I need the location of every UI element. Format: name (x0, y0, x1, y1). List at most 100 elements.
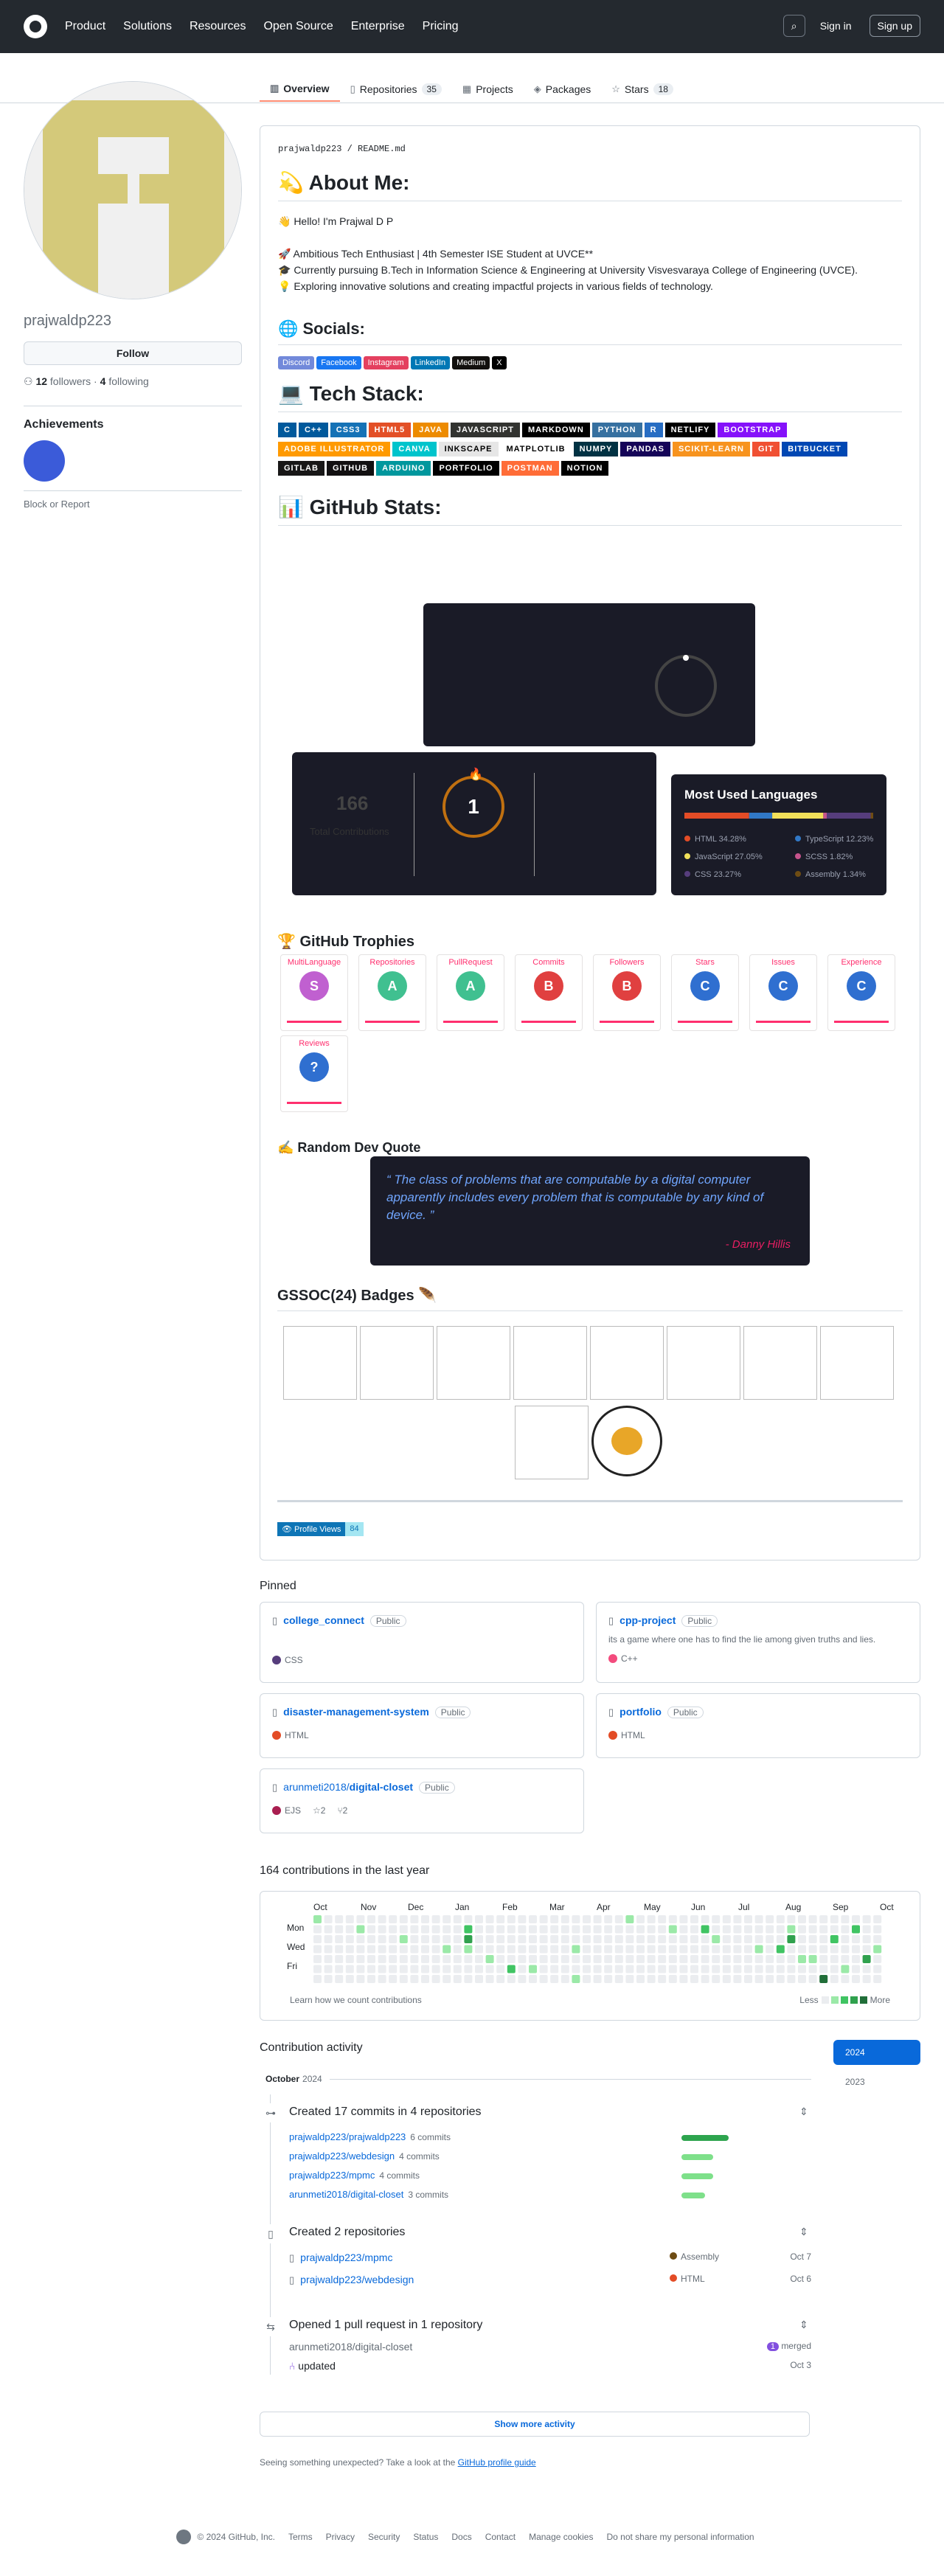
contribution-day[interactable] (507, 1965, 516, 1973)
footer-link[interactable]: Contact (485, 2532, 516, 2542)
commit-count[interactable]: 6 commits (410, 2132, 451, 2142)
contribution-day[interactable] (560, 1955, 569, 1963)
contribution-day[interactable] (647, 1955, 656, 1963)
contribution-day[interactable] (496, 1925, 505, 1934)
contribution-day[interactable] (410, 1975, 419, 1983)
contribution-day[interactable] (464, 1955, 473, 1963)
contribution-day[interactable] (690, 1915, 698, 1923)
contribution-day[interactable] (572, 1915, 580, 1923)
contribution-day[interactable] (399, 1935, 408, 1943)
contribution-day[interactable] (421, 1935, 429, 1943)
contribution-day[interactable] (701, 1935, 709, 1943)
contribution-day[interactable] (841, 1935, 850, 1943)
contribution-day[interactable] (389, 1975, 398, 1983)
contribution-day[interactable] (819, 1925, 828, 1934)
contribution-day[interactable] (583, 1935, 591, 1943)
contribution-day[interactable] (766, 1945, 774, 1954)
contribution-day[interactable] (389, 1915, 398, 1923)
contribution-day[interactable] (367, 1935, 375, 1943)
contribution-day[interactable] (335, 1955, 344, 1963)
contribution-day[interactable] (421, 1925, 429, 1934)
contribution-day[interactable] (744, 1945, 752, 1954)
contribution-day[interactable] (787, 1965, 796, 1973)
contribution-day[interactable] (475, 1915, 483, 1923)
contribution-day[interactable] (679, 1965, 688, 1973)
contribution-day[interactable] (733, 1975, 742, 1983)
contribution-day[interactable] (604, 1915, 613, 1923)
contribution-day[interactable] (766, 1915, 774, 1923)
contribution-day[interactable] (389, 1955, 398, 1963)
commit-count[interactable]: 4 commits (379, 2170, 420, 2181)
contribution-day[interactable] (399, 1975, 408, 1983)
contribution-day[interactable] (712, 1915, 721, 1923)
contribution-day[interactable] (841, 1915, 850, 1923)
contribution-day[interactable] (583, 1925, 591, 1934)
fork-icon[interactable]: ⑂ (337, 1805, 342, 1816)
contribution-day[interactable] (798, 1945, 806, 1954)
contribution-day[interactable] (614, 1965, 623, 1973)
contribution-day[interactable] (572, 1945, 580, 1954)
contribution-day[interactable] (819, 1965, 828, 1973)
contribution-day[interactable] (485, 1965, 494, 1973)
github-logo-icon[interactable] (24, 15, 47, 38)
contribution-day[interactable] (593, 1915, 602, 1923)
contribution-day[interactable] (776, 1955, 785, 1963)
contribution-day[interactable] (421, 1945, 429, 1954)
contribution-day[interactable] (389, 1935, 398, 1943)
contribution-day[interactable] (560, 1915, 569, 1923)
contribution-day[interactable] (539, 1915, 548, 1923)
contribution-day[interactable] (754, 1935, 763, 1943)
repos-event-title[interactable]: Created 2 repositories (289, 2226, 405, 2239)
contribution-day[interactable] (539, 1925, 548, 1934)
nav-product[interactable]: Product (65, 20, 105, 33)
contribution-day[interactable] (453, 1955, 462, 1963)
contribution-day[interactable] (852, 1975, 860, 1983)
sign-in-link[interactable]: Sign in (820, 20, 852, 32)
contribution-day[interactable] (733, 1965, 742, 1973)
contribution-day[interactable] (583, 1955, 591, 1963)
tab-projects[interactable]: ▦ Projects (452, 77, 524, 102)
commits-event-title[interactable]: Created 17 commits in 4 repositories (289, 2105, 482, 2119)
contribution-day[interactable] (604, 1935, 613, 1943)
contribution-day[interactable] (518, 1935, 527, 1943)
contribution-day[interactable] (679, 1975, 688, 1983)
created-repo-link[interactable]: prajwaldp223/mpmc (300, 2252, 392, 2263)
collapse-icon[interactable]: ⇕ (799, 2105, 808, 2118)
contribution-day[interactable] (560, 1975, 569, 1983)
contribution-day[interactable] (485, 1915, 494, 1923)
contribution-day[interactable] (604, 1965, 613, 1973)
contribution-day[interactable] (550, 1945, 559, 1954)
contribution-day[interactable] (852, 1965, 860, 1973)
followers-label[interactable]: followers (50, 375, 91, 387)
contribution-day[interactable] (389, 1925, 398, 1934)
contribution-day[interactable] (798, 1935, 806, 1943)
contribution-day[interactable] (647, 1965, 656, 1973)
contribution-day[interactable] (830, 1955, 839, 1963)
contribution-day[interactable] (690, 1975, 698, 1983)
contribution-day[interactable] (367, 1945, 375, 1954)
footer-link[interactable]: Do not share my personal information (606, 2532, 754, 2542)
contribution-day[interactable] (636, 1975, 645, 1983)
contribution-day[interactable] (841, 1965, 850, 1973)
contribution-day[interactable] (453, 1915, 462, 1923)
pr-title-link[interactable]: updated (298, 2360, 336, 2372)
contribution-day[interactable] (712, 1965, 721, 1973)
contribution-day[interactable] (431, 1935, 440, 1943)
pr-repo-link[interactable]: arunmeti2018/digital-closet (289, 2341, 412, 2353)
contribution-day[interactable] (324, 1945, 333, 1954)
contribution-day[interactable] (367, 1975, 375, 1983)
contribution-day[interactable] (560, 1925, 569, 1934)
contribution-day[interactable] (324, 1935, 333, 1943)
contribution-day[interactable] (754, 1975, 763, 1983)
contribution-day[interactable] (776, 1965, 785, 1973)
contribution-day[interactable] (658, 1975, 667, 1983)
contribution-day[interactable] (690, 1965, 698, 1973)
contribution-day[interactable] (798, 1915, 806, 1923)
contribution-day[interactable] (830, 1975, 839, 1983)
show-more-activity-button[interactable]: Show more activity (260, 2412, 810, 2437)
contribution-day[interactable] (324, 1965, 333, 1973)
contribution-day[interactable] (841, 1945, 850, 1954)
contribution-day[interactable] (862, 1915, 871, 1923)
contribution-day[interactable] (873, 1955, 882, 1963)
contribution-day[interactable] (475, 1935, 483, 1943)
